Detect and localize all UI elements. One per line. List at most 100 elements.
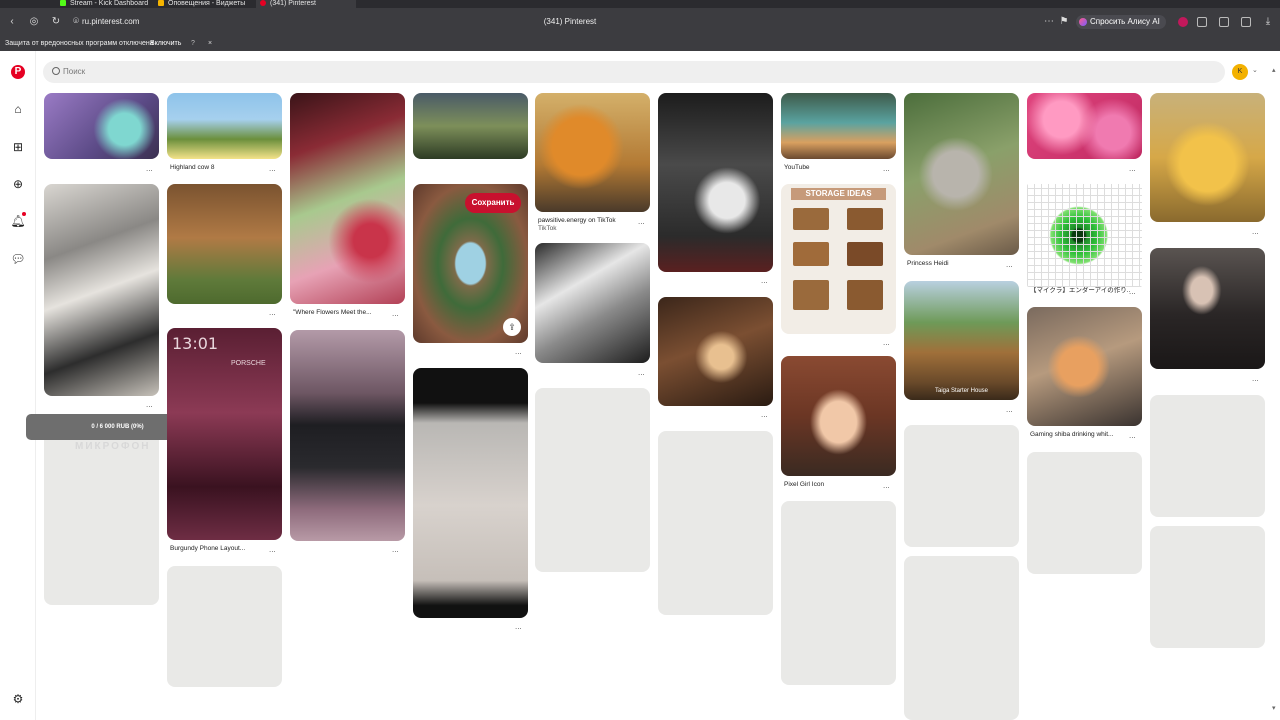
- microphone-label: МИКРОФОН: [75, 441, 151, 452]
- pin-image[interactable]: [413, 93, 528, 159]
- kick-icon: [60, 0, 66, 6]
- tab-widgets[interactable]: Оповещения - Виджеты: [158, 0, 250, 8]
- pin-caption[interactable]: pawsitive.energy on TikTok: [538, 217, 638, 225]
- more-options-button[interactable]: ...: [1006, 261, 1013, 269]
- messages-icon[interactable]: 💬︎: [10, 251, 26, 267]
- more-options-button[interactable]: ...: [515, 348, 522, 356]
- pin-image[interactable]: [904, 93, 1019, 255]
- settings-icon[interactable]: ⚙: [10, 691, 26, 707]
- more-options-button[interactable]: ...: [269, 546, 276, 554]
- more-options-button[interactable]: ...: [761, 411, 768, 419]
- create-icon[interactable]: ⊕: [10, 176, 26, 192]
- pinterest-logo[interactable]: P: [11, 65, 25, 79]
- pin-image[interactable]: [658, 297, 773, 406]
- ask-alice-button[interactable]: Спросить Алису AI: [1076, 15, 1166, 29]
- more-options-button[interactable]: ...: [392, 546, 399, 554]
- storage-block: [793, 242, 829, 266]
- scroll-down-icon[interactable]: ▾: [1272, 704, 1276, 712]
- pin-image[interactable]: [535, 93, 650, 212]
- pin-image[interactable]: [781, 93, 896, 159]
- pin-image[interactable]: [658, 93, 773, 272]
- pin-caption[interactable]: Burgundy Phone Layout...: [170, 545, 260, 553]
- more-options-button[interactable]: ...: [269, 309, 276, 317]
- more-options-button[interactable]: ...: [1129, 432, 1136, 440]
- pin-image[interactable]: [781, 356, 896, 476]
- tab-pinterest[interactable]: (341) Pinterest: [256, 0, 356, 8]
- pin-image[interactable]: [1150, 93, 1265, 222]
- pin-image[interactable]: [1027, 184, 1142, 287]
- pin-image[interactable]: 13:01 PORSCHE: [167, 328, 282, 540]
- more-options-button[interactable]: ...: [1006, 406, 1013, 414]
- pin-caption[interactable]: Princess Heidi: [907, 260, 987, 268]
- storage-ideas-text: STORAGE IDEAS: [791, 188, 886, 200]
- pin-caption[interactable]: YouTube: [784, 164, 864, 172]
- media-icon[interactable]: [1197, 17, 1207, 27]
- pin-image[interactable]: [1027, 307, 1142, 426]
- pin-caption[interactable]: Pixel Girl Icon: [784, 481, 864, 489]
- storage-block: [847, 242, 883, 266]
- pin-placeholder: [1150, 395, 1265, 517]
- page-title: (341) Pinterest: [543, 17, 597, 26]
- phone-time: 13:01: [172, 334, 219, 353]
- pin-placeholder: [535, 388, 650, 572]
- share-icon[interactable]: ⇪: [503, 318, 521, 336]
- home-icon[interactable]: ⌂: [10, 101, 26, 117]
- more-icon[interactable]: ⋯: [1043, 15, 1055, 29]
- more-options-button[interactable]: ...: [883, 482, 890, 490]
- pin-image[interactable]: [290, 330, 405, 541]
- more-options-button[interactable]: ...: [1252, 228, 1259, 236]
- chevron-down-icon[interactable]: ⌄: [1252, 66, 1258, 74]
- save-button[interactable]: Сохранить: [465, 193, 521, 213]
- avatar[interactable]: K: [1232, 64, 1248, 80]
- more-options-button[interactable]: ...: [146, 401, 153, 409]
- pin-image[interactable]: [413, 368, 528, 618]
- pin-image[interactable]: [44, 93, 159, 159]
- more-options-button[interactable]: ...: [883, 339, 890, 347]
- pin-image[interactable]: STORAGE IDEAS: [781, 184, 896, 334]
- download-icon[interactable]: ⤓: [1262, 15, 1274, 29]
- more-options-button[interactable]: ...: [638, 369, 645, 377]
- pin-image[interactable]: [167, 93, 282, 159]
- pin-image[interactable]: Taiga Starter House: [904, 281, 1019, 400]
- collections-icon[interactable]: [1219, 17, 1229, 27]
- more-options-button[interactable]: ...: [515, 623, 522, 631]
- close-icon[interactable]: ×: [208, 36, 212, 51]
- pin-placeholder: [1150, 526, 1265, 648]
- pin-image[interactable]: [44, 184, 159, 396]
- pin-image[interactable]: [1027, 93, 1142, 159]
- pin-image[interactable]: [290, 93, 405, 304]
- more-options-button[interactable]: ...: [269, 165, 276, 173]
- pin-subcaption: TikTok: [538, 225, 557, 232]
- tab-kick[interactable]: Stream - Kick Dashboard: [60, 0, 150, 8]
- explore-icon[interactable]: ⊞: [10, 139, 26, 155]
- storage-block: [847, 208, 883, 230]
- more-options-button[interactable]: ...: [1129, 165, 1136, 173]
- search-input[interactable]: Поиск: [43, 61, 1225, 83]
- profile-icon[interactable]: [1178, 17, 1188, 27]
- pin-caption[interactable]: "Where Flowers Meet the...: [293, 309, 388, 317]
- taiga-text: Taiga Starter House: [934, 388, 989, 394]
- more-options-button[interactable]: ...: [146, 165, 153, 173]
- pin-image[interactable]: [167, 184, 282, 304]
- more-options-button[interactable]: ...: [883, 165, 890, 173]
- help-icon[interactable]: ?: [191, 36, 195, 51]
- more-options-button[interactable]: ...: [1129, 288, 1136, 296]
- pin-image[interactable]: [1150, 248, 1265, 369]
- enable-protection-button[interactable]: Включить: [150, 36, 181, 51]
- storage-block: [847, 280, 883, 310]
- pin-placeholder: [167, 566, 282, 687]
- address-bar: ‹ ◎ ↻ ⌾ ru.pinterest.com (341) Pinterest…: [0, 8, 1280, 36]
- translate-icon[interactable]: [1241, 17, 1251, 27]
- pin-image[interactable]: [535, 243, 650, 363]
- protection-warning-bar: Защита от вредоносных программ отключена…: [0, 36, 1280, 51]
- pin-caption[interactable]: 【マイクラ】エンダーアイの作り...: [1030, 287, 1130, 295]
- pin-caption[interactable]: Gaming shiba drinking whit...: [1030, 431, 1130, 439]
- more-options-button[interactable]: ...: [638, 218, 645, 226]
- more-options-button[interactable]: ...: [761, 277, 768, 285]
- pin-caption[interactable]: Highland cow 8: [170, 164, 270, 172]
- more-options-button[interactable]: ...: [1252, 375, 1259, 383]
- bookmark-icon[interactable]: ⚑: [1058, 15, 1070, 29]
- notification-badge: [22, 212, 26, 216]
- more-options-button[interactable]: ...: [392, 310, 399, 318]
- scroll-up-icon[interactable]: ▴: [1272, 66, 1276, 74]
